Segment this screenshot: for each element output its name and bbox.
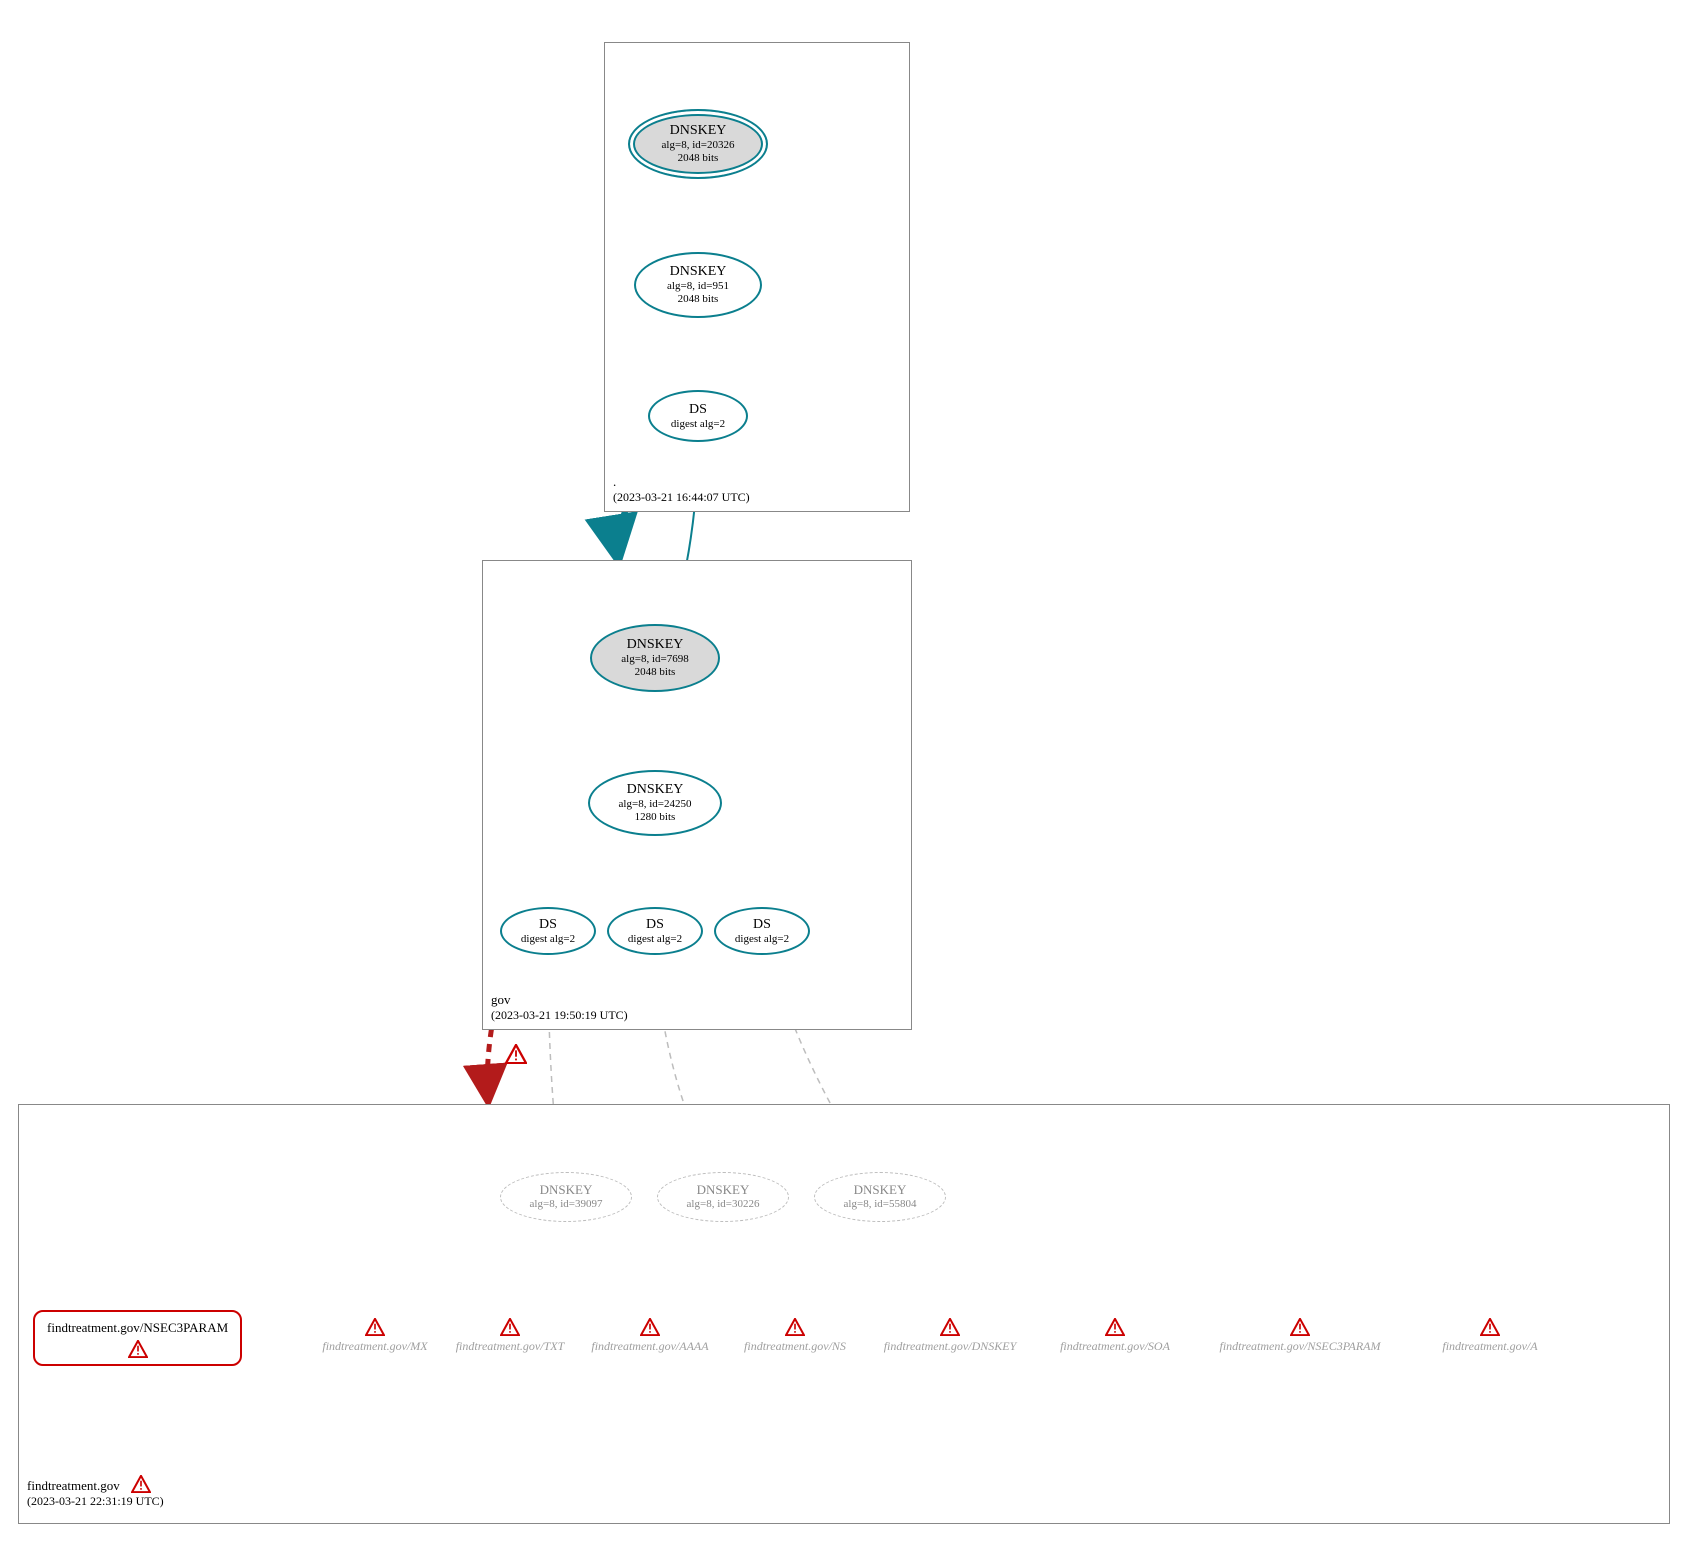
- rrset-a: findtreatment.gov/A: [1420, 1318, 1560, 1354]
- warning-icon: [505, 1044, 527, 1064]
- gov-ds3-node: DS digest alg=2: [714, 907, 810, 955]
- rrset-dnskey: findtreatment.gov/DNSKEY: [855, 1318, 1045, 1354]
- gov-ds3-alg: digest alg=2: [735, 933, 789, 946]
- ft-k3-alg: alg=8, id=55804: [844, 1198, 917, 1211]
- ft-k3-title: DNSKEY: [854, 1183, 907, 1198]
- ft-k2-title: DNSKEY: [697, 1183, 750, 1198]
- root-ksk-alg: alg=8, id=20326: [662, 139, 735, 152]
- root-zsk-bits: 2048 bits: [678, 293, 719, 306]
- rrset-mx: findtreatment.gov/MX: [300, 1318, 450, 1354]
- warning-icon: [640, 1318, 660, 1336]
- gov-zsk-title: DNSKEY: [627, 782, 684, 798]
- rrset-ns-label: findtreatment.gov/NS: [720, 1339, 870, 1354]
- rrset-nsec3param-label: findtreatment.gov/NSEC3PARAM: [1185, 1339, 1415, 1354]
- gov-ds3-title: DS: [753, 917, 771, 933]
- error-box-label: findtreatment.gov/NSEC3PARAM: [47, 1320, 228, 1335]
- gov-ksk-title: DNSKEY: [627, 637, 684, 653]
- ft-dnskey-3: DNSKEY alg=8, id=55804: [814, 1172, 946, 1222]
- root-ksk-bits: 2048 bits: [678, 152, 719, 165]
- root-zsk-node: DNSKEY alg=8, id=951 2048 bits: [634, 252, 762, 318]
- zone-root-label: . (2023-03-21 16:44:07 UTC): [613, 474, 750, 505]
- warning-icon: [940, 1318, 960, 1336]
- gov-ds2-node: DS digest alg=2: [607, 907, 703, 955]
- error-nsec3param-box: findtreatment.gov/NSEC3PARAM: [33, 1310, 242, 1366]
- warning-icon: [1105, 1318, 1125, 1336]
- root-ksk-node: DNSKEY alg=8, id=20326 2048 bits: [628, 109, 768, 179]
- zone-ft-ts: (2023-03-21 22:31:19 UTC): [27, 1494, 164, 1509]
- gov-zsk-node: DNSKEY alg=8, id=24250 1280 bits: [588, 770, 722, 836]
- rrset-soa: findtreatment.gov/SOA: [1035, 1318, 1195, 1354]
- dnssec-diagram: { "colors": { "teal": "#0b7f8e", "red": …: [0, 0, 1688, 1547]
- gov-ksk-bits: 2048 bits: [635, 666, 676, 679]
- rrset-mx-label: findtreatment.gov/MX: [300, 1339, 450, 1354]
- warning-icon: [1480, 1318, 1500, 1336]
- ft-dnskey-2: DNSKEY alg=8, id=30226: [657, 1172, 789, 1222]
- warning-icon: [131, 1475, 151, 1493]
- rrset-aaaa: findtreatment.gov/AAAA: [565, 1318, 735, 1354]
- gov-zsk-alg: alg=8, id=24250: [619, 798, 692, 811]
- gov-ds1-title: DS: [539, 917, 557, 933]
- gov-ds1-alg: digest alg=2: [521, 933, 575, 946]
- zone-ft-name: findtreatment.gov: [27, 1478, 120, 1493]
- root-zsk-title: DNSKEY: [670, 264, 727, 280]
- zone-gov-name: gov: [491, 992, 628, 1008]
- rrset-nsec3param: findtreatment.gov/NSEC3PARAM: [1185, 1318, 1415, 1354]
- warning-icon: [365, 1318, 385, 1336]
- warning-icon: [128, 1340, 148, 1358]
- gov-ksk-alg: alg=8, id=7698: [621, 653, 688, 666]
- warning-icon: [1290, 1318, 1310, 1336]
- root-ksk-title: DNSKEY: [670, 123, 727, 139]
- rrset-dnskey-label: findtreatment.gov/DNSKEY: [855, 1339, 1045, 1354]
- ft-k1-title: DNSKEY: [540, 1183, 593, 1198]
- zone-gov-ts: (2023-03-21 19:50:19 UTC): [491, 1008, 628, 1023]
- rrset-a-label: findtreatment.gov/A: [1420, 1339, 1560, 1354]
- gov-zsk-bits: 1280 bits: [635, 811, 676, 824]
- rrset-aaaa-label: findtreatment.gov/AAAA: [565, 1339, 735, 1354]
- gov-ds2-title: DS: [646, 917, 664, 933]
- ft-dnskey-1: DNSKEY alg=8, id=39097: [500, 1172, 632, 1222]
- ft-k2-alg: alg=8, id=30226: [687, 1198, 760, 1211]
- root-ds-title: DS: [689, 402, 707, 418]
- gov-ds2-alg: digest alg=2: [628, 933, 682, 946]
- ft-k1-alg: alg=8, id=39097: [530, 1198, 603, 1211]
- gov-ksk-node: DNSKEY alg=8, id=7698 2048 bits: [590, 624, 720, 692]
- zone-root-name: .: [613, 474, 750, 490]
- rrset-soa-label: findtreatment.gov/SOA: [1035, 1339, 1195, 1354]
- zone-root-ts: (2023-03-21 16:44:07 UTC): [613, 490, 750, 505]
- root-ds-alg: digest alg=2: [671, 418, 725, 431]
- zone-gov-label: gov (2023-03-21 19:50:19 UTC): [491, 992, 628, 1023]
- warning-icon: [785, 1318, 805, 1336]
- zone-findtreatment: findtreatment.gov (2023-03-21 22:31:19 U…: [18, 1104, 1670, 1524]
- root-zsk-alg: alg=8, id=951: [667, 280, 729, 293]
- rrset-ns: findtreatment.gov/NS: [720, 1318, 870, 1354]
- gov-ds1-node: DS digest alg=2: [500, 907, 596, 955]
- zone-ft-label: findtreatment.gov (2023-03-21 22:31:19 U…: [27, 1475, 164, 1509]
- warning-icon: [500, 1318, 520, 1336]
- root-ds-node: DS digest alg=2: [648, 390, 748, 442]
